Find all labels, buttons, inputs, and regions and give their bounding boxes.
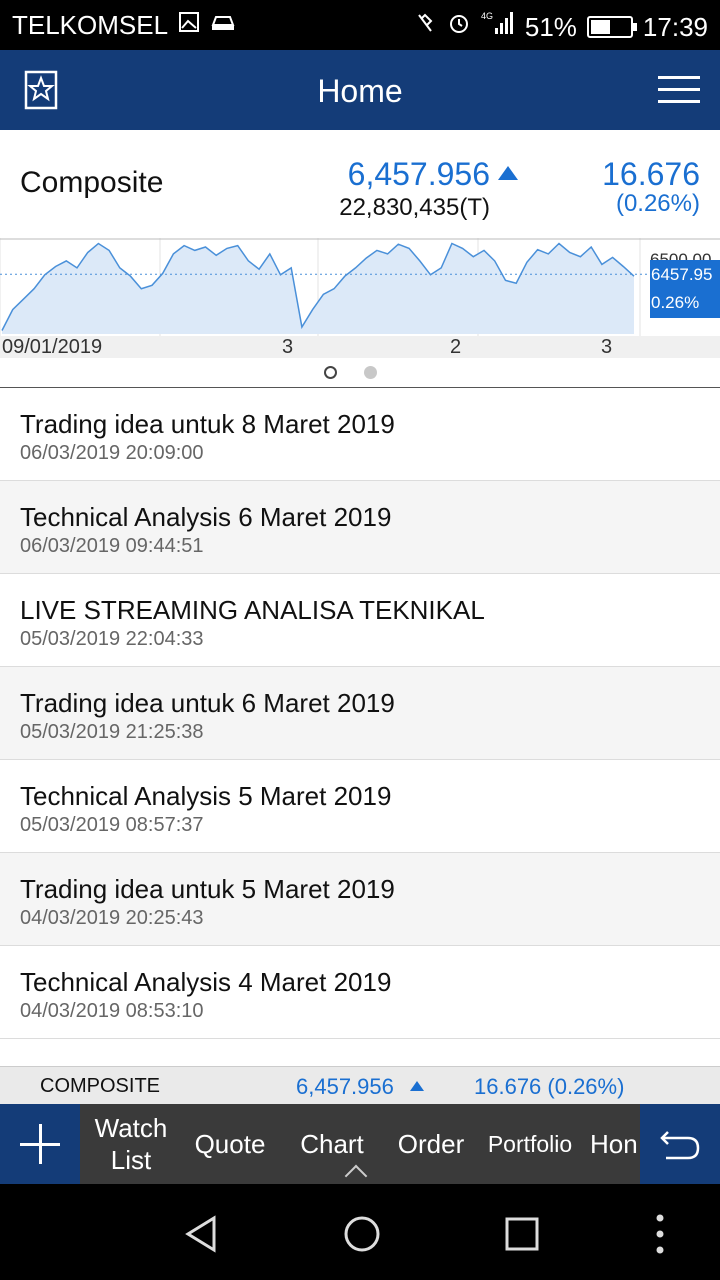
up-arrow-icon xyxy=(498,166,518,180)
system-navigation-bar xyxy=(0,1184,720,1280)
pager-dot-active[interactable] xyxy=(324,366,337,379)
news-title: Trading idea untuk 5 Maret 2019 xyxy=(20,874,395,904)
chart-x-axis: 09/01/2019 3 2 3 xyxy=(0,336,720,358)
tab-order[interactable]: Order xyxy=(386,1104,476,1184)
clock: 17:39 xyxy=(642,11,708,42)
vibrate-off-icon xyxy=(413,11,437,43)
plus-icon[interactable] xyxy=(0,1104,80,1184)
news-item[interactable]: Technical Analysis 5 Maret 2019 05/03/20… xyxy=(0,760,720,853)
tab-watch-list[interactable]: Watch List xyxy=(80,1104,182,1184)
news-date: 05/03/2019 22:04:33 xyxy=(20,628,204,650)
battery-icon xyxy=(586,16,637,38)
chart-current-value: 6457.95 xyxy=(651,265,712,284)
chart-x-tick: 3 xyxy=(601,336,613,358)
news-title: Trading idea untuk 6 Maret 2019 xyxy=(20,688,395,718)
index-ticker[interactable]: COMPOSITE 6,457.956 16.676 (0.26%) xyxy=(0,1066,720,1104)
news-title: Technical Analysis 6 Maret 2019 xyxy=(20,502,392,532)
index-price: 6,457.956 xyxy=(347,156,490,192)
index-change: 16.676 xyxy=(602,156,700,192)
news-date: 05/03/2019 21:25:38 xyxy=(20,721,204,743)
news-title: Trading idea untuk 8 Maret 2019 xyxy=(20,409,395,439)
ticker-up-arrow-icon xyxy=(410,1081,424,1091)
news-date: 04/03/2019 20:25:43 xyxy=(20,907,204,929)
index-change-percent: (0.26%) xyxy=(615,190,700,217)
ticker-price: 6,457.956 xyxy=(296,1074,394,1099)
page-title: Home xyxy=(317,73,403,109)
chart-x-tick: 3 xyxy=(282,336,294,358)
pager-dot[interactable] xyxy=(364,366,377,379)
index-name: Composite xyxy=(20,166,164,199)
index-volume: 22,830,435(T) xyxy=(339,194,490,221)
news-date: 04/03/2019 08:53:10 xyxy=(20,1000,204,1022)
image-notification-icon xyxy=(178,11,200,41)
ticker-name: COMPOSITE xyxy=(40,1075,161,1097)
news-title: LIVE STREAMING ANALISA TEKNIKAL xyxy=(20,595,485,625)
news-title: Technical Analysis 4 Maret 2019 xyxy=(20,967,392,997)
news-date: 05/03/2019 08:57:37 xyxy=(20,814,204,836)
chart-svg: 6500.00 6457.95 0.26% xyxy=(0,238,720,336)
undo-icon[interactable] xyxy=(640,1104,720,1184)
news-list: Trading idea untuk 8 Maret 2019 06/03/20… xyxy=(0,388,720,1039)
chart-current-percent: 0.26% xyxy=(651,293,699,312)
signal-icon: 4G xyxy=(481,10,515,44)
bottom-navigation: Watch List Quote Chart Order Portfolio Ho… xyxy=(0,1104,720,1188)
alarm-icon xyxy=(447,11,471,43)
tab-portfolio[interactable]: Portfolio xyxy=(480,1104,580,1184)
chart-x-tick: 2 xyxy=(450,336,462,358)
hamburger-menu-icon[interactable] xyxy=(658,76,700,104)
news-date: 06/03/2019 09:44:51 xyxy=(20,535,204,557)
chart-pager xyxy=(0,358,720,388)
carrier-name: TELKOMSEL xyxy=(12,10,169,40)
news-item[interactable]: Trading idea untuk 6 Maret 2019 05/03/20… xyxy=(0,667,720,760)
news-item[interactable]: Technical Analysis 4 Maret 2019 04/03/20… xyxy=(0,946,720,1039)
triangle-back-icon[interactable] xyxy=(182,1214,222,1254)
news-item[interactable]: Technical Analysis 6 Maret 2019 06/03/20… xyxy=(0,481,720,574)
square-recents-icon[interactable] xyxy=(502,1214,542,1254)
circle-home-icon[interactable] xyxy=(342,1214,382,1254)
vertical-dots-icon[interactable] xyxy=(648,1212,672,1256)
tab-quote[interactable]: Quote xyxy=(182,1104,278,1184)
news-title: Technical Analysis 5 Maret 2019 xyxy=(20,781,392,811)
status-bar: TELKOMSEL 4G 51% 17:39 xyxy=(0,0,720,50)
chart-x-tick: 09/01/2019 xyxy=(2,336,103,358)
index-quote[interactable]: Composite 6,457.956 22,830,435(T) 16.676… xyxy=(0,130,720,238)
news-item[interactable]: Trading idea untuk 5 Maret 2019 04/03/20… xyxy=(0,853,720,946)
news-item[interactable]: LIVE STREAMING ANALISA TEKNIKAL 05/03/20… xyxy=(0,574,720,667)
tab-chart[interactable]: Chart xyxy=(284,1104,380,1184)
car-notification-icon xyxy=(210,11,236,41)
tab-home-partial[interactable]: Hon xyxy=(590,1104,640,1184)
network-type: 4G xyxy=(481,11,493,21)
battery-percent: 51% xyxy=(524,11,577,42)
app-bar: Home xyxy=(0,50,720,130)
news-date: 06/03/2019 20:09:00 xyxy=(20,442,204,464)
ticker-change: 16.676 (0.26%) xyxy=(474,1074,625,1099)
news-item[interactable]: Trading idea untuk 8 Maret 2019 06/03/20… xyxy=(0,388,720,481)
